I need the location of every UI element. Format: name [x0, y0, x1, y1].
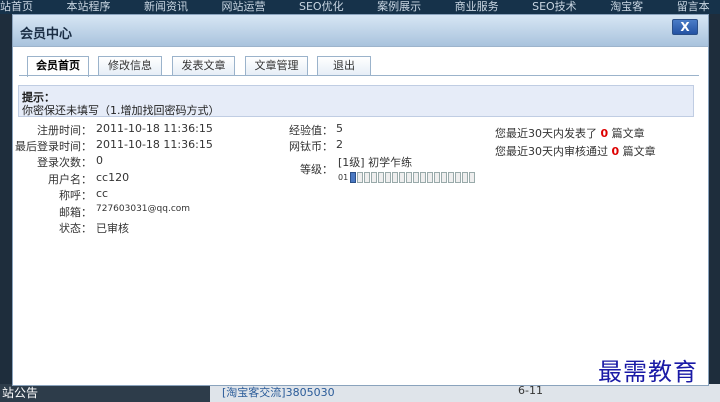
exp-label: 经验值：: [289, 124, 333, 137]
email-value: 727603031@qq.com: [96, 204, 191, 214]
notice-text: 你密保还未填写（1.增加找回密码方式）: [22, 104, 220, 117]
level-segment: [385, 171, 392, 183]
exp-value: 5: [336, 122, 343, 135]
reg-time-label: 注册时间：: [37, 124, 92, 137]
last-login-value: 2011-10-18 11:36:15: [96, 138, 213, 151]
login-count-label: 登录次数：: [37, 156, 92, 169]
level-segment: [350, 171, 357, 183]
username-value: cc120: [96, 171, 130, 184]
dialog-titlebar[interactable]: 会员中心 X: [13, 15, 708, 47]
recent-approved-suffix: 篇文章: [622, 145, 656, 158]
recent-posts-prefix: 您最近30天内发表了: [495, 127, 597, 140]
member-center-dialog: 会员中心 X 会员首页 修改信息 发表文章 文章管理 退出 提示： 你密保还未填…: [12, 14, 709, 386]
tab-member-home[interactable]: 会员首页: [27, 56, 89, 77]
level-segment: [420, 171, 427, 183]
tab-divider: [19, 75, 699, 76]
bg-nav-item[interactable]: SEO优化: [299, 0, 344, 14]
email-label: 邮箱：: [59, 206, 92, 219]
level-segment: [469, 171, 476, 183]
bg-list-link[interactable]: [淘宝客交流]3805030: [222, 384, 335, 400]
level-segment: [434, 171, 441, 183]
watermark-logo: 最需教育: [598, 358, 698, 386]
level-segment: [357, 171, 364, 183]
recent-posts-count: 0: [600, 127, 609, 140]
reg-time-value: 2011-10-18 11:36:15: [96, 122, 213, 135]
level-value: [1级] 初学乍练: [338, 156, 413, 169]
level-progress-bar: 01: [338, 171, 476, 183]
nickname-label: 称呼：: [59, 189, 92, 202]
bg-nav-item[interactable]: 站首页: [0, 0, 33, 14]
background-nav: 站首页 本站程序 新闻资讯 网站运营 SEO优化 案例展示 商业服务 SEO技术…: [0, 0, 720, 14]
level-bar-label: 01: [338, 172, 349, 182]
nickname-value: cc: [96, 187, 109, 200]
close-button[interactable]: X: [672, 19, 698, 35]
recent-approved-line: 您最近30天内审核通过 0 篇文章: [495, 143, 656, 159]
coin-value: 2: [336, 138, 343, 151]
level-segment: [364, 171, 371, 183]
level-segment: [448, 171, 455, 183]
bg-nav-item[interactable]: 商业服务: [455, 0, 499, 14]
level-segment: [427, 171, 434, 183]
username-label: 用户名：: [48, 173, 92, 186]
level-segment: [392, 171, 399, 183]
bg-nav-item[interactable]: 留言本: [677, 0, 710, 14]
level-label: 等级：: [300, 163, 333, 176]
status-label: 状态：: [59, 222, 92, 235]
coin-label: 网钛币：: [289, 140, 333, 153]
recent-approved-count: 0: [611, 145, 620, 158]
level-segment: [441, 171, 448, 183]
tab-post-article[interactable]: 发表文章: [172, 56, 235, 76]
bg-nav-item[interactable]: 网站运营: [222, 0, 266, 14]
tab-edit-info[interactable]: 修改信息: [98, 56, 162, 76]
level-segment: [378, 171, 385, 183]
level-segment: [462, 171, 469, 183]
tab-logout[interactable]: 退出: [317, 56, 371, 76]
bg-nav-item[interactable]: 淘宝客: [610, 0, 643, 14]
level-segment: [455, 171, 462, 183]
level-segment: [406, 171, 413, 183]
notice-box: 提示： 你密保还未填写（1.增加找回密码方式）: [18, 85, 694, 117]
bg-nav-item[interactable]: SEO技术: [532, 0, 577, 14]
recent-approved-prefix: 您最近30天内审核通过: [495, 145, 608, 158]
tab-manage-articles[interactable]: 文章管理: [245, 56, 308, 76]
level-segment: [371, 171, 378, 183]
level-segment: [413, 171, 420, 183]
status-value: 已审核: [96, 222, 129, 235]
bg-nav-item[interactable]: 案例展示: [377, 0, 421, 14]
bg-nav-item[interactable]: 新闻资讯: [144, 0, 188, 14]
level-segment: [399, 171, 406, 183]
last-login-label: 最后登录时间：: [15, 140, 92, 153]
recent-posts-line: 您最近30天内发表了 0 篇文章: [495, 125, 645, 141]
login-count-value: 0: [96, 154, 103, 167]
bg-nav-item[interactable]: 本站程序: [67, 0, 111, 14]
dialog-title: 会员中心: [20, 27, 73, 42]
bg-announcement: 站公告: [0, 384, 210, 402]
recent-posts-suffix: 篇文章: [611, 127, 645, 140]
level-segments: [350, 171, 476, 183]
